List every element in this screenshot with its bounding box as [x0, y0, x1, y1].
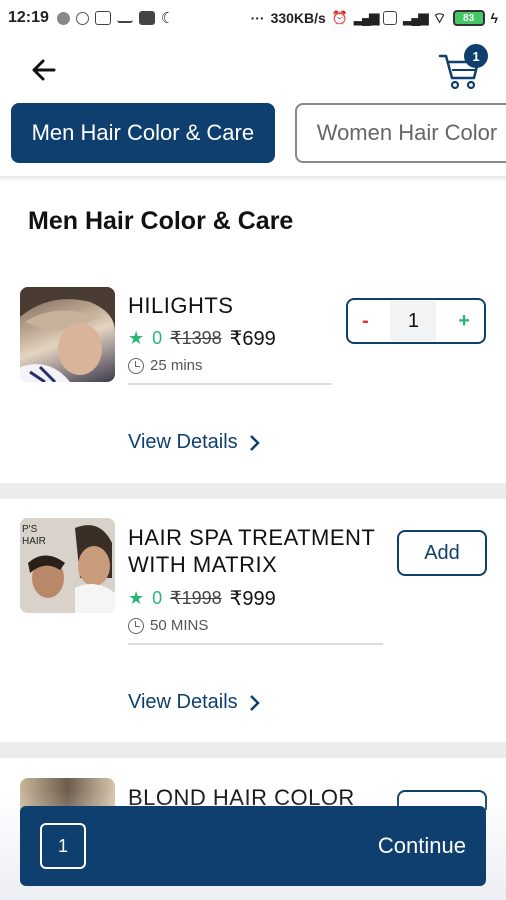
notification-dot-icon [56, 11, 70, 25]
add-button[interactable]: Add [397, 530, 487, 576]
charging-icon: ϟ [490, 10, 498, 26]
service-name: HAIR SPA TREATMENT WITH MATRIX [128, 524, 375, 578]
increment-button[interactable]: + [458, 310, 470, 333]
divider [128, 643, 383, 645]
rating-value: 0 [152, 328, 163, 348]
alarm-icon [75, 11, 89, 25]
quantity-stepper: - 1 + [346, 298, 486, 344]
divider [128, 383, 332, 385]
status-right-group: ··· 330KB/s ⏰ ▂▄▆ ▂▄▆ ⌔ 83 ϟ [251, 9, 498, 28]
duration-text: 25 mins [150, 357, 203, 374]
card-icon [138, 11, 155, 25]
download-icon [116, 13, 133, 23]
alarm-clock-icon: ⏰ [331, 10, 349, 25]
view-details-link[interactable]: View Details [128, 431, 260, 454]
original-price: ₹1398 [170, 328, 222, 348]
price-row: ★ 0 ₹1398 ₹699 [128, 326, 276, 351]
service-thumbnail[interactable] [20, 287, 115, 382]
wifi-icon: ⌔ [432, 9, 447, 27]
cart-count-badge: 1 [464, 44, 488, 68]
continue-bar[interactable]: 1 Continue [20, 806, 486, 886]
view-details-label: View Details [128, 691, 238, 713]
section-title: Men Hair Color & Care [28, 207, 294, 235]
discounted-price: ₹699 [229, 328, 276, 350]
view-details-link[interactable]: View Details [128, 691, 260, 714]
view-details-label: View Details [128, 431, 238, 453]
category-tabs: Men Hair Color & Care Women Hair Color [11, 103, 506, 163]
svg-text:HAIR: HAIR [22, 536, 46, 547]
card-separator [0, 742, 506, 758]
service-name-line1: HAIR SPA TREATMENT [128, 525, 376, 550]
original-price: ₹1998 [170, 588, 222, 608]
tab-women-hair-color[interactable]: Women Hair Color [294, 103, 506, 163]
rating-value: 0 [152, 588, 163, 608]
star-icon: ★ [128, 328, 145, 348]
hair-photo-icon [20, 287, 115, 382]
decrement-button[interactable]: - [362, 310, 369, 333]
network-speed: 330KB/s [270, 10, 326, 26]
svg-text:P'S: P'S [22, 524, 38, 535]
sim-icon [383, 11, 398, 25]
moon-icon: ☾ [160, 10, 175, 27]
cart-button[interactable]: 1 [436, 44, 488, 92]
arrow-left-icon [32, 59, 56, 81]
card-separator [0, 483, 506, 499]
clock-icon [128, 617, 144, 634]
continue-button-label: Continue [377, 833, 466, 858]
price-row: ★ 0 ₹1998 ₹999 [128, 586, 276, 611]
service-name-line2: WITH MATRIX [128, 552, 278, 577]
back-button[interactable] [26, 52, 62, 88]
signal-icon: ▂▄▆ [354, 10, 379, 25]
app-notification-icon [94, 11, 111, 25]
battery-icon: 83 [452, 10, 485, 26]
more-dots-icon: ··· [250, 10, 265, 26]
tab-men-hair-color-care[interactable]: Men Hair Color & Care [11, 103, 275, 163]
top-bar: 1 [0, 40, 506, 98]
star-icon: ★ [128, 588, 145, 608]
tabs-divider [0, 176, 506, 182]
status-bar: 12:19 ☾ ··· 330KB/s ⏰ ▂▄▆ ▂▄▆ ⌔ 83 ϟ [0, 0, 506, 36]
chevron-right-icon [249, 434, 260, 451]
service-name: HILIGHTS [128, 293, 234, 318]
service-thumbnail[interactable]: P'S HAIR [20, 518, 115, 613]
quantity-value: 1 [390, 301, 437, 341]
selected-count: 1 [40, 823, 86, 869]
duration-text: 50 MINS [150, 617, 209, 634]
status-time: 12:19 [8, 9, 49, 26]
clock-icon [128, 357, 144, 374]
chevron-right-icon [249, 694, 260, 711]
duration-row: 25 mins [128, 357, 203, 374]
duration-row: 50 MINS [128, 617, 208, 634]
discounted-price: ₹999 [229, 588, 276, 610]
signal-4g-icon: ▂▄▆ [403, 10, 428, 25]
status-notification-icons: ☾ [56, 9, 175, 27]
hair-spa-photo-icon: P'S HAIR [20, 518, 115, 613]
